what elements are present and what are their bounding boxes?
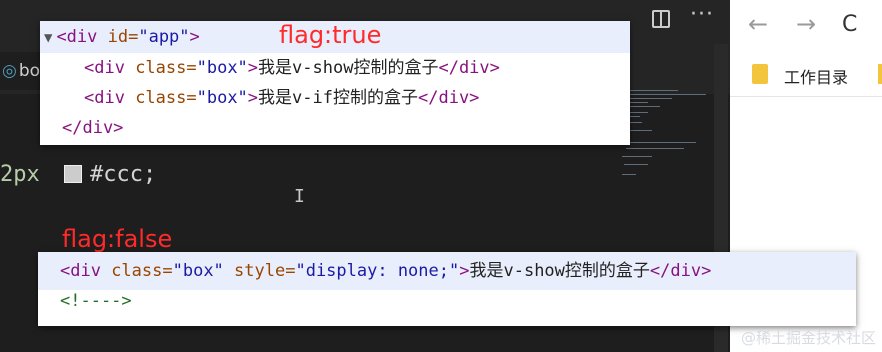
- flag-false-label: flag:false: [62, 225, 173, 253]
- bookmarks-bar: 工作目录: [730, 52, 882, 97]
- code-px-value: 2px: [0, 162, 40, 187]
- dom-snippet-flag-false: <div class="box" style="display: none;">…: [38, 252, 856, 326]
- code-color-value: #ccc;: [90, 162, 157, 187]
- editor-tab[interactable]: ◎ bo: [0, 52, 44, 90]
- expand-caret-icon[interactable]: ▼: [44, 30, 52, 46]
- split-editor-icon[interactable]: [652, 10, 670, 28]
- dom-line-close[interactable]: </div>: [62, 113, 123, 144]
- flag-true-label: flag:true: [279, 21, 382, 49]
- browser-nav-bar: ← → C: [730, 0, 882, 50]
- more-actions-icon[interactable]: ···: [690, 2, 714, 27]
- folder-icon: [878, 64, 882, 84]
- dom-line-comment[interactable]: <!---->: [60, 286, 132, 316]
- editor-tab-label: bo: [18, 61, 41, 81]
- reload-icon[interactable]: C: [842, 12, 857, 37]
- file-type-icon: ◎: [2, 61, 17, 81]
- dom-line-app[interactable]: ▼ <div id="app">: [44, 22, 200, 53]
- bookmark-folder-label[interactable]: 工作目录: [784, 64, 848, 88]
- forward-arrow-icon[interactable]: →: [796, 10, 816, 38]
- editor-actions: ···: [652, 2, 722, 34]
- folder-icon: [752, 64, 768, 84]
- text-cursor-icon: I: [294, 186, 305, 207]
- color-swatch-icon[interactable]: [64, 165, 82, 183]
- dom-line-vshow[interactable]: <div class="box">我是v-show控制的盒子</div>: [84, 53, 500, 84]
- watermark: @稀土掘金技术社区: [740, 329, 876, 347]
- dom-line-vif[interactable]: <div class="box">我是v-if控制的盒子</div>: [84, 83, 479, 114]
- back-arrow-icon[interactable]: ←: [748, 10, 768, 38]
- dom-line-vshow-hidden[interactable]: <div class="box" style="display: none;">…: [60, 256, 711, 286]
